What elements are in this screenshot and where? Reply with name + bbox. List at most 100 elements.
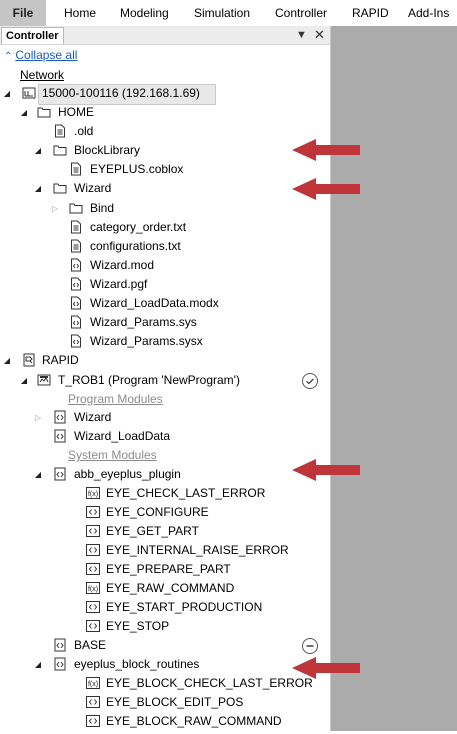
tree-item-label: configurations.txt [90,239,181,253]
controller-panel: Controller ▼ ✕ ⌃ Collapse all Network ◢ 150… [0,26,331,731]
tree-item[interactable]: category_order.txt [0,218,330,237]
tab-controller[interactable]: Controller [275,0,327,26]
tab-simulation[interactable]: Simulation [194,0,250,26]
tab-modeling[interactable]: Modeling [120,0,169,26]
tree-item[interactable]: ◢ eyeplus_block_routines [0,655,330,674]
tree-item-label: HOME [58,105,94,119]
ribbon-tab-bar: File Home Modeling Simulation Controller… [0,0,457,27]
tree-item[interactable]: ◢ abb_eyeplus_plugin [0,465,330,484]
task-icon [37,373,51,387]
panel-title[interactable]: Controller [1,27,64,44]
tree-item-label: EYE_INTERNAL_RAISE_ERROR [106,543,289,557]
procedure-icon [86,543,100,557]
tree-item[interactable]: f(x) EYE_RAW_COMMAND [0,579,330,598]
tree-item[interactable]: EYE_BLOCK_RAW_COMMAND [0,712,330,731]
tree-item-label: 15000-100116 (192.168.1.69) [42,86,200,100]
procedure-icon [86,714,100,728]
tree-item[interactable]: ◢ Wizard [0,179,330,198]
function-icon: f(x) [86,486,100,500]
procedure-icon [86,695,100,709]
collapse-arrow-icon[interactable]: ◢ [2,84,12,103]
tree-item-label: T_ROB1 (Program 'NewProgram') [58,373,240,387]
procedure-icon [86,562,100,576]
procedure-icon [86,505,100,519]
collapse-arrow-icon[interactable]: ◢ [33,655,43,674]
document-area [331,26,457,731]
tree-item[interactable]: EYE_GET_PART [0,522,330,541]
tree-item-label: Wizard [74,181,112,195]
tree-item[interactable]: f(x) EYE_CHECK_LAST_ERROR [0,484,330,503]
tree-item[interactable]: ◢ T_ROB1 (Program 'NewProgram') [0,371,330,390]
minus-circle-icon [302,638,318,654]
tree-item[interactable]: f(x) EYE_BLOCK_CHECK_LAST_ERROR [0,674,330,693]
close-icon[interactable]: ✕ [314,26,325,43]
tree-item[interactable]: EYEPLUS.coblox [0,160,330,179]
text-file-icon [69,162,83,176]
tab-rapid[interactable]: RAPID [352,0,389,26]
tree-item[interactable]: ▷ Bind [0,199,330,218]
collapse-arrow-icon[interactable]: ◢ [33,179,43,198]
tree-item[interactable]: ◢ HOME [0,103,330,122]
tree-item[interactable]: configurations.txt [0,237,330,256]
tab-file[interactable]: File [0,0,46,26]
function-icon: f(x) [86,676,100,690]
tree-item[interactable]: ▷ Wizard [0,408,330,427]
collapse-arrow-icon[interactable]: ◢ [33,141,43,160]
tree-item-label: Wizard_Params.sysx [90,334,203,348]
tree-item[interactable]: ◢ BlockLibrary [0,141,330,160]
tree-item[interactable]: Wizard_Params.sys [0,313,330,332]
collapse-arrow-icon[interactable]: ◢ [33,465,43,484]
tree-item[interactable]: EYE_PREPARE_PART [0,560,330,579]
tree-item[interactable]: Wizard.mod [0,256,330,275]
tab-home[interactable]: Home [64,0,96,26]
tree-item[interactable]: EYE_CONFIGURE [0,503,330,522]
tree-item[interactable]: Wizard.pgf [0,275,330,294]
tree-item-label: EYEPLUS.coblox [90,162,184,176]
tree-item-label: EYE_START_PRODUCTION [106,600,263,614]
text-file-icon [69,239,83,253]
tree-item[interactable]: Network [0,66,330,85]
tree-item[interactable]: EYE_BLOCK_EDIT_POS [0,693,330,712]
tree-item-label: System Modules [68,448,157,462]
tree-item-label: EYE_BLOCK_EDIT_POS [106,695,244,709]
collapse-arrow-icon[interactable]: ◢ [19,103,29,122]
tree-item[interactable]: Wizard_LoadData.modx [0,294,330,313]
tree-item-label: Bind [90,201,115,215]
collapse-all-label: Collapse all [15,48,78,62]
tree-item-label: category_order.txt [90,220,187,234]
check-circle-icon [302,373,318,389]
tree-item-label: eyeplus_block_routines [74,657,200,671]
svg-text:f(x): f(x) [88,586,98,593]
module-icon [53,657,67,671]
collapse-arrow-icon[interactable]: ◢ [2,351,12,370]
tree-item[interactable]: Wizard_LoadData [0,427,330,446]
tab-add-ins[interactable]: Add-Ins [408,0,449,26]
panel-options-icon[interactable]: ▼ [296,27,307,43]
panel-title-bar: Controller ▼ ✕ [0,26,330,45]
tree-item-label: EYE_BLOCK_RAW_COMMAND [106,714,282,728]
tree-item-label: Network [20,68,65,82]
tree-item-label: EYE_GET_PART [106,524,199,538]
tree-item[interactable]: Wizard_Params.sysx [0,332,330,351]
tree-item[interactable]: BASE [0,636,330,655]
chevron-up-icon: ⌃ [4,51,13,62]
tree-item[interactable]: EYE_INTERNAL_RAISE_ERROR [0,541,330,560]
text-file-icon [53,124,67,138]
tree-item[interactable]: ◢ 15000-100116 (192.168.1.69) [0,84,330,103]
expand-arrow-icon[interactable]: ▷ [33,408,43,427]
tree-item[interactable]: EYE_STOP [0,617,330,636]
expand-arrow-icon[interactable]: ▷ [50,199,60,218]
collapse-all-link[interactable]: ⌃ Collapse all [4,48,77,62]
module-icon [53,410,67,424]
tree-item-label: Wizard.mod [90,258,155,272]
folder-icon [37,105,51,119]
tree-item-label: EYE_CONFIGURE [106,505,209,519]
code-file-icon [69,258,83,272]
procedure-icon [86,524,100,538]
controller-icon [22,86,36,100]
tree-item[interactable]: ◢ RAPID [0,351,330,370]
tree-item[interactable]: .old [0,122,330,141]
tree-item[interactable]: EYE_START_PRODUCTION [0,598,330,617]
collapse-arrow-icon[interactable]: ◢ [19,371,29,390]
tree-item-label: EYE_PREPARE_PART [106,562,231,576]
